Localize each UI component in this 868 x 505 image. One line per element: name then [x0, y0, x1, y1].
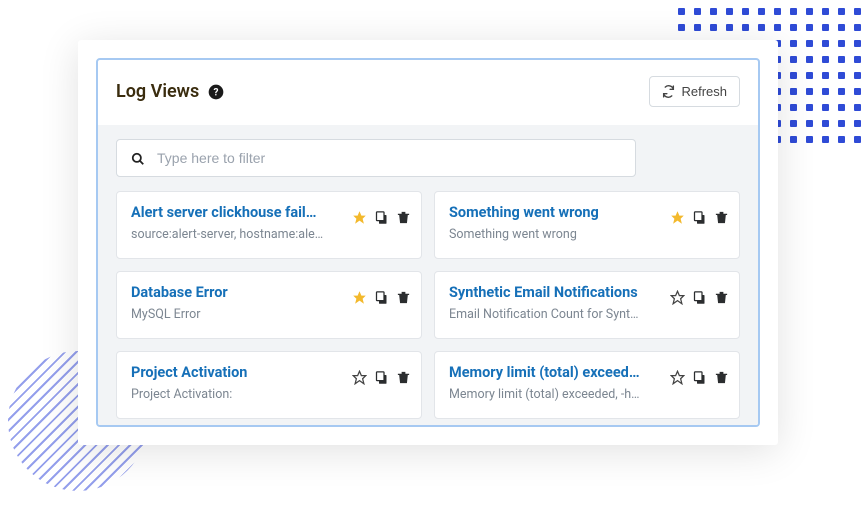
- card-actions: [352, 370, 411, 385]
- card-actions: [670, 290, 729, 305]
- log-view-card[interactable]: Database Error MySQL Error: [116, 271, 422, 339]
- refresh-button[interactable]: Refresh: [649, 76, 740, 107]
- card-description: MySQL Error: [131, 307, 324, 322]
- page-title-text: Log Views: [116, 81, 199, 102]
- card-actions: [670, 210, 729, 225]
- card-description: Memory limit (total) exceeded, -ho…: [449, 387, 642, 402]
- refresh-label: Refresh: [681, 84, 727, 99]
- window: Log Views ? Refresh Alert server clickho…: [78, 40, 778, 445]
- star-icon[interactable]: [352, 290, 367, 305]
- page-title: Log Views ?: [116, 81, 224, 102]
- star-icon[interactable]: [670, 370, 685, 385]
- copy-icon[interactable]: [374, 210, 389, 225]
- card-actions: [352, 290, 411, 305]
- log-view-card[interactable]: Memory limit (total) exceeded Memory limi…: [434, 351, 740, 419]
- copy-icon[interactable]: [692, 370, 707, 385]
- search-icon: [131, 151, 145, 165]
- copy-icon[interactable]: [374, 290, 389, 305]
- refresh-icon: [662, 85, 675, 98]
- log-view-card[interactable]: Synthetic Email Notifications Email Notif…: [434, 271, 740, 339]
- cards-grid: Alert server clickhouse failure source:al…: [116, 191, 740, 419]
- help-icon[interactable]: ?: [207, 83, 224, 100]
- card-title[interactable]: Something went wrong: [449, 204, 642, 221]
- card-description: Project Activation:: [131, 387, 324, 402]
- content-area: Alert server clickhouse failure source:al…: [98, 125, 758, 427]
- star-icon[interactable]: [352, 370, 367, 385]
- log-view-card[interactable]: Project Activation Project Activation:: [116, 351, 422, 419]
- trash-icon[interactable]: [714, 290, 729, 305]
- trash-icon[interactable]: [714, 370, 729, 385]
- star-icon[interactable]: [352, 210, 367, 225]
- card-description: Email Notification Count for Synth…: [449, 307, 642, 322]
- card-description: Something went wrong: [449, 227, 642, 242]
- trash-icon[interactable]: [396, 370, 411, 385]
- panel: Log Views ? Refresh Alert server clickho…: [96, 58, 760, 427]
- card-title[interactable]: Database Error: [131, 284, 324, 301]
- trash-icon[interactable]: [396, 290, 411, 305]
- star-icon[interactable]: [670, 290, 685, 305]
- trash-icon[interactable]: [714, 210, 729, 225]
- copy-icon[interactable]: [374, 370, 389, 385]
- card-title[interactable]: Alert server clickhouse failure: [131, 204, 324, 221]
- card-title[interactable]: Memory limit (total) exceeded: [449, 364, 642, 381]
- log-view-card[interactable]: Alert server clickhouse failure source:al…: [116, 191, 422, 259]
- svg-text:?: ?: [213, 87, 218, 98]
- card-title[interactable]: Project Activation: [131, 364, 324, 381]
- trash-icon[interactable]: [396, 210, 411, 225]
- filter-input[interactable]: [157, 150, 621, 166]
- log-view-card[interactable]: Something went wrong Something went wrong: [434, 191, 740, 259]
- star-icon[interactable]: [670, 210, 685, 225]
- card-title[interactable]: Synthetic Email Notifications: [449, 284, 642, 301]
- copy-icon[interactable]: [692, 290, 707, 305]
- card-actions: [352, 210, 411, 225]
- card-description: source:alert-server, hostname:aler…: [131, 227, 324, 242]
- header: Log Views ? Refresh: [116, 76, 740, 107]
- filter-box[interactable]: [116, 139, 636, 177]
- card-actions: [670, 370, 729, 385]
- copy-icon[interactable]: [692, 210, 707, 225]
